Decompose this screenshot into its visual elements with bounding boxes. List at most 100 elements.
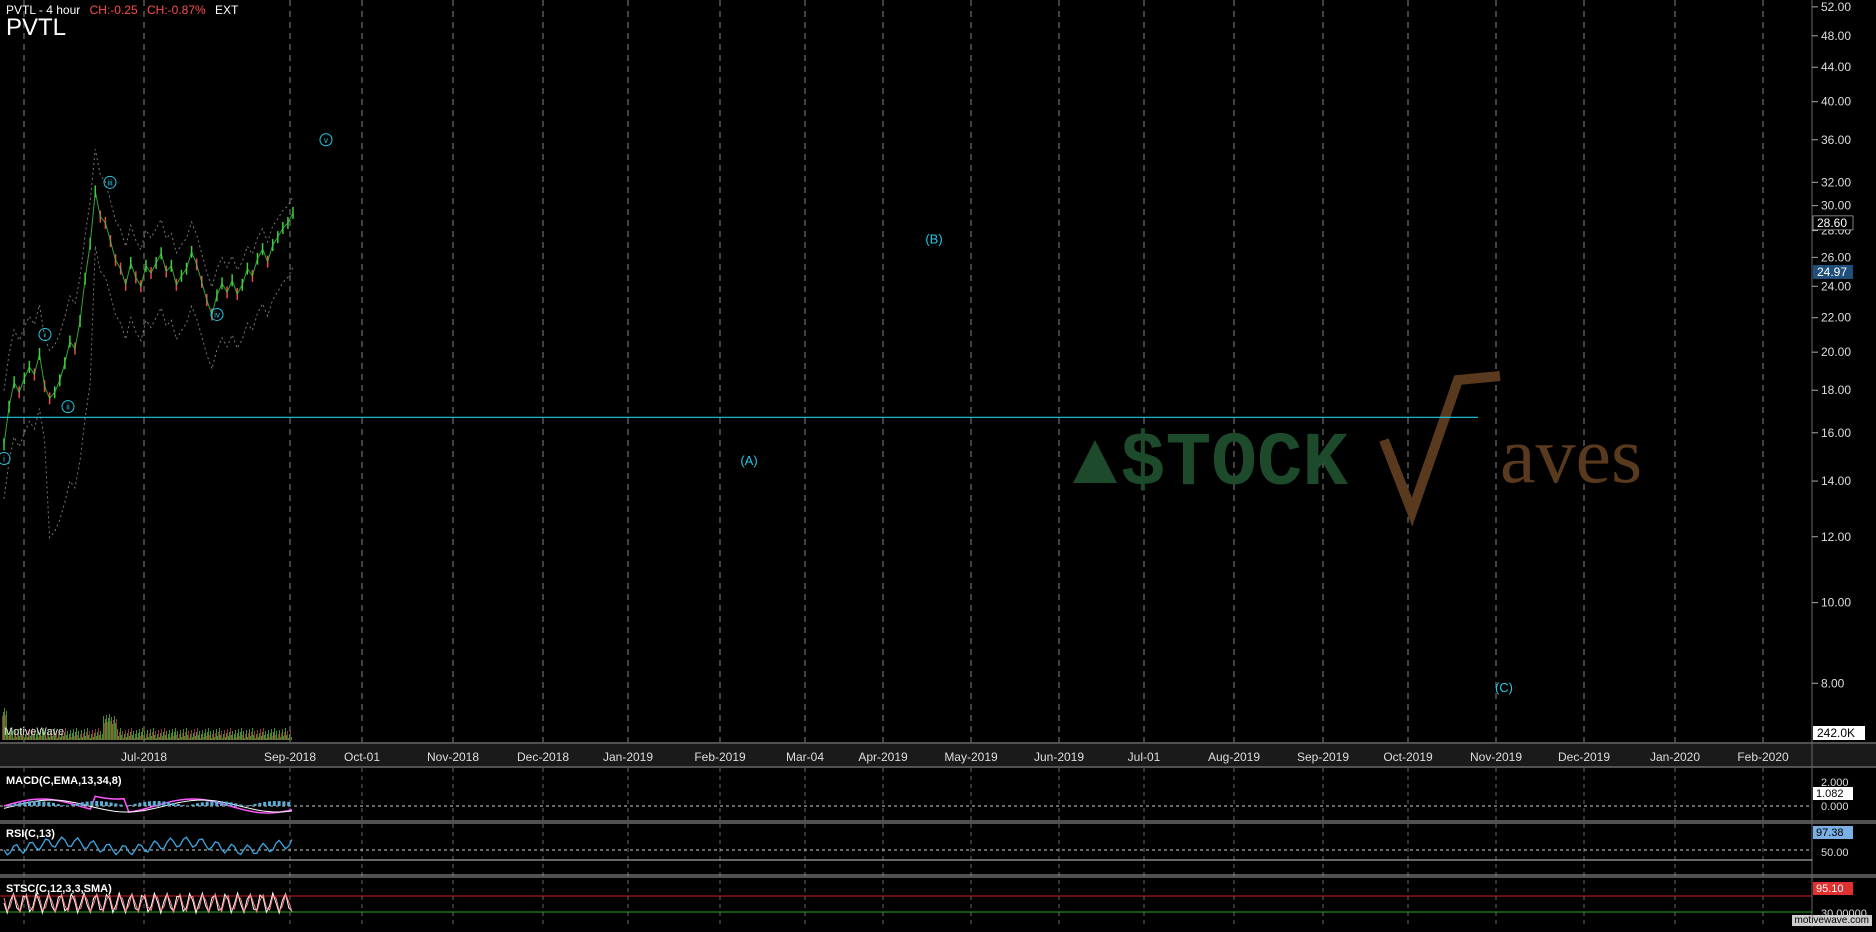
price-axis-label: 52.00 [1821, 0, 1851, 14]
volume-bar [163, 732, 164, 740]
volume-bar [106, 715, 107, 740]
wave-label: iv [214, 310, 220, 319]
volume-bar [189, 738, 190, 740]
volume-bar [226, 733, 227, 740]
macd-histogram-bar [282, 801, 285, 806]
macd-histogram-bar [287, 802, 290, 806]
volume-bar [270, 733, 271, 740]
volume-bar [229, 732, 230, 740]
volume-bar [174, 732, 175, 740]
volume-bar [150, 729, 151, 740]
macd-histogram-bar [42, 801, 45, 806]
volume-bar [267, 734, 268, 740]
volume-bar [206, 736, 207, 740]
rsi-axis-label: 50.00 [1821, 847, 1849, 859]
volume-bar [216, 729, 217, 740]
volume-bar [88, 735, 89, 740]
wave-label: (A) [740, 453, 757, 468]
macd-histogram-bar [28, 801, 31, 806]
volume-bar [194, 729, 195, 740]
change-percent: CH:-0.87% [147, 3, 206, 17]
volume-bar [227, 729, 228, 740]
volume-bar [263, 728, 264, 740]
wave-label: (B) [925, 232, 942, 247]
price-axis-label: 16.00 [1821, 426, 1851, 440]
macd-histogram-bar [153, 801, 156, 806]
volume-bar [117, 729, 118, 740]
macd-histogram-bar [225, 802, 228, 806]
volume-bar [144, 731, 145, 740]
x-axis-label: Sep-2019 [1297, 750, 1349, 764]
volume-bar [123, 738, 124, 740]
volume-bar [224, 730, 225, 740]
watermark-text-aves: aves [1500, 412, 1642, 500]
volume-bar [207, 732, 208, 740]
volume-bar [83, 733, 84, 740]
volume-bar [164, 728, 165, 740]
volume-bar [290, 730, 291, 740]
volume-bar [2, 716, 3, 740]
volume-bar [217, 736, 218, 740]
volume-bar [70, 730, 71, 740]
volume-bar [237, 733, 238, 740]
stoch-tag: 95.10 [1816, 883, 1844, 895]
volume-bar [178, 738, 179, 740]
x-axis-label: Oct-2019 [1383, 750, 1433, 764]
volume-bar [135, 734, 136, 740]
volume-bar [102, 734, 103, 740]
volume-bar [125, 730, 126, 740]
macd-histogram-bar [100, 801, 103, 806]
volume-bar [282, 729, 283, 740]
volume-bar [87, 728, 88, 740]
volume-bar [167, 738, 168, 740]
x-axis-label: Jan-2019 [603, 750, 653, 764]
volume-bar [203, 737, 204, 740]
volume-bar [104, 723, 105, 740]
chart-canvas[interactable]: $TOCKaves52.0048.0044.0040.0036.0032.003… [0, 0, 1876, 927]
volume-bar [204, 733, 205, 740]
volume-bar [214, 737, 215, 740]
x-axis-label: Jul-2018 [121, 750, 167, 764]
macd-histogram-bar [273, 801, 276, 806]
volume-bar [221, 731, 222, 740]
x-axis-label: Aug-2019 [1208, 750, 1260, 764]
volume-bar [238, 729, 239, 740]
macd-histogram-bar [62, 805, 65, 806]
volume-bar [191, 730, 192, 740]
volume-bar [241, 728, 242, 740]
volume-bar [177, 731, 178, 740]
macd-histogram-bar [196, 803, 199, 806]
volume-bar [77, 735, 78, 740]
volume-bar [251, 732, 252, 740]
volume-bar [84, 729, 85, 740]
volume-bar [139, 729, 140, 740]
x-axis-label: Sep-2018 [264, 750, 316, 764]
macd-histogram-bar [71, 804, 74, 806]
volume-bar [85, 736, 86, 740]
macd-histogram-bar [230, 802, 233, 806]
price-axis-label: 44.00 [1821, 60, 1851, 74]
macd-histogram-bar [38, 801, 41, 806]
volume-bar [287, 731, 288, 740]
volume-bar [159, 737, 160, 740]
price-axis-label: 22.00 [1821, 311, 1851, 325]
volume-bar [119, 732, 120, 740]
volume-bar [261, 736, 262, 740]
volume-bar [188, 731, 189, 740]
macd-histogram-bar [33, 801, 36, 806]
volume-bar [101, 738, 102, 740]
volume-bar [93, 737, 94, 740]
volume-bar [157, 734, 158, 740]
macd-histogram-bar [57, 804, 60, 806]
volume-bar [35, 738, 36, 740]
volume-bar [86, 732, 87, 740]
volume-bar [280, 737, 281, 740]
price-axis-label: 26.00 [1821, 250, 1851, 264]
volume-bar [205, 729, 206, 740]
volume-bar [233, 738, 234, 740]
current-price-tag: 28.60 [1817, 216, 1847, 230]
volume-bar [236, 737, 237, 740]
volume-bar [128, 729, 129, 740]
macd-histogram-bar [263, 802, 266, 806]
volume-bar [74, 736, 75, 740]
